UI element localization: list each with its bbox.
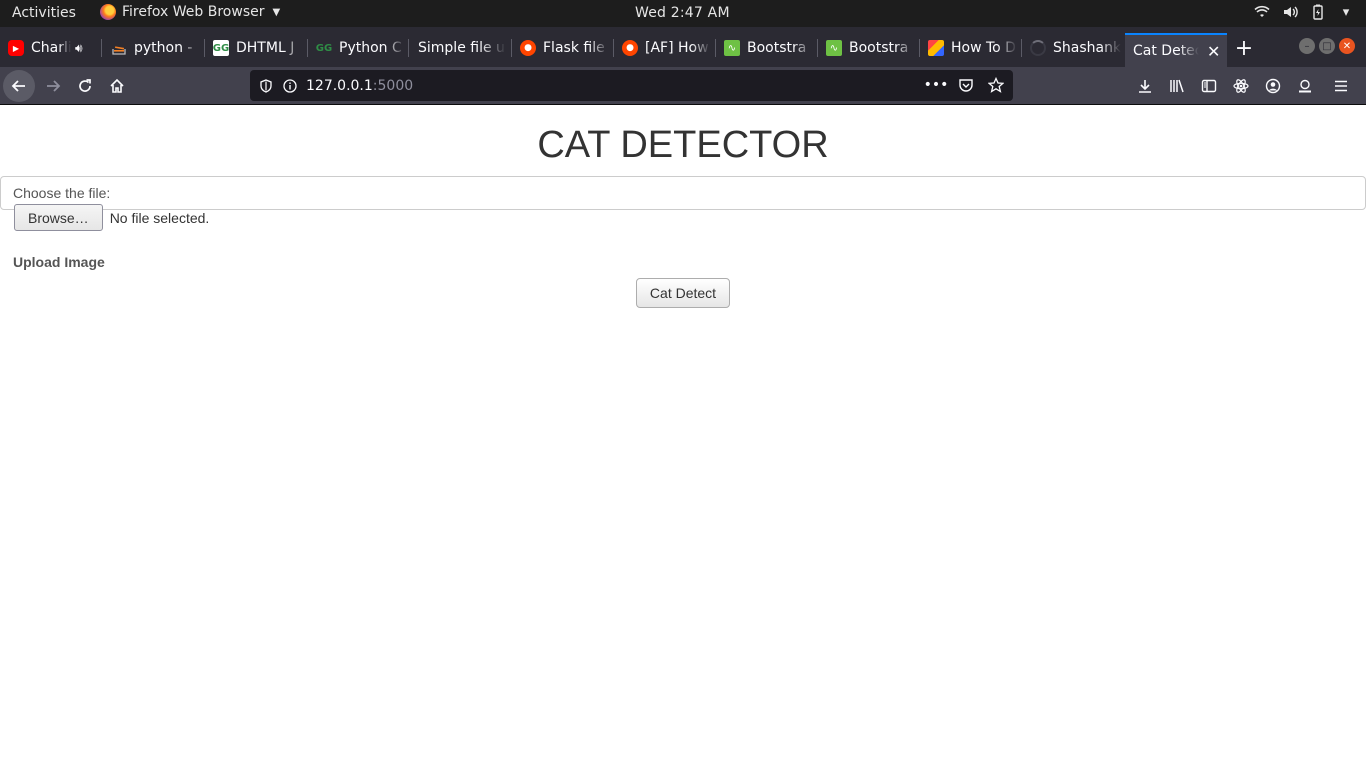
arrow-right-icon (47, 80, 61, 92)
activities-button[interactable]: Activities (12, 5, 76, 21)
wifi-icon (1254, 4, 1270, 20)
tab[interactable]: ∿ Bootstra (716, 33, 818, 63)
tab-title: [AF] How (645, 40, 709, 56)
loading-icon (1030, 40, 1046, 56)
reload-button[interactable] (69, 70, 101, 102)
bootsnipp-icon: ∿ (724, 40, 740, 56)
file-label: Choose the file: (13, 185, 111, 201)
tab[interactable]: python - (103, 33, 205, 63)
speaker-icon[interactable]: 🔊︎ (75, 41, 83, 56)
plus-icon: + (1234, 35, 1254, 61)
app-name: Firefox Web Browser (122, 4, 265, 20)
tab-title: How To D (951, 40, 1016, 56)
account-icon[interactable] (1264, 77, 1282, 95)
info-icon[interactable] (282, 78, 298, 94)
arrow-left-icon (11, 80, 25, 92)
navigation-toolbar: 127.0.0.1:5000 ••• (0, 67, 1366, 105)
url-host: 127.0.0.1 (306, 77, 373, 94)
url-bar[interactable]: 127.0.0.1:5000 ••• (250, 70, 1013, 101)
geeksforgeeks-icon: GG (213, 40, 229, 56)
tab-title: DHTML J (236, 40, 295, 56)
toolbar-icons (1136, 77, 1350, 95)
reload-icon (79, 79, 91, 92)
youtube-icon: ▶ (8, 40, 24, 56)
tab-title: Shashank (1053, 40, 1121, 56)
tab[interactable]: Simple file u (409, 33, 512, 63)
url-text[interactable]: 127.0.0.1:5000 (306, 78, 413, 94)
shield-icon[interactable] (258, 78, 274, 94)
geeksforgeeks-icon: GG (315, 42, 333, 54)
tab[interactable]: How To D (920, 33, 1022, 63)
stackoverflow-icon (111, 40, 127, 56)
close-tab-icon[interactable]: ✕ (1207, 42, 1220, 61)
tab[interactable]: ● Flask file (512, 33, 614, 63)
page-content: CAT DETECTOR Choose the file: Browse… No… (0, 106, 1366, 768)
caret-down-icon: ▾ (1342, 4, 1350, 20)
colorful-icon (928, 40, 944, 56)
forward-button[interactable] (37, 70, 69, 102)
tab[interactable]: ▶ Charlie 🔊︎ (0, 33, 102, 63)
reddit-icon: ● (520, 40, 536, 56)
back-button[interactable] (3, 70, 35, 102)
url-port: :5000 (372, 77, 414, 94)
tab-title: Flask file (543, 40, 605, 56)
extension-icon[interactable] (1296, 77, 1314, 95)
home-button[interactable] (101, 70, 133, 102)
download-icon[interactable] (1136, 77, 1154, 95)
tab[interactable]: Shashank (1022, 33, 1125, 63)
hamburger-menu-icon[interactable] (1332, 77, 1350, 95)
battery-icon (1310, 4, 1326, 20)
file-status: No file selected. (109, 209, 210, 226)
bookmark-star-icon[interactable] (987, 76, 1005, 94)
system-tray[interactable]: ▾ (1254, 4, 1354, 20)
page-actions-icon[interactable]: ••• (924, 76, 949, 94)
tab-title: Python C (339, 40, 402, 56)
tab[interactable]: ∿ Bootstra (818, 33, 920, 63)
sidebar-icon[interactable] (1200, 77, 1218, 95)
page-title: CAT DETECTOR (537, 124, 829, 166)
tab[interactable]: GG DHTML J (205, 33, 308, 63)
tab-title: Bootstra (849, 40, 909, 56)
tab-title: Bootstra (747, 40, 807, 56)
browse-button[interactable]: Browse… (14, 204, 103, 231)
caret-down-icon: ▼ (272, 6, 281, 18)
clock[interactable]: Wed 2:47 AM (635, 5, 730, 21)
library-icon[interactable] (1168, 77, 1186, 95)
tab-title: python - (134, 40, 193, 56)
firefox-icon (100, 4, 116, 20)
upload-image-label: Upload Image (13, 254, 105, 270)
volume-icon (1282, 4, 1298, 20)
minimize-button[interactable]: – (1299, 38, 1315, 54)
tab-title: Cat Detector (1133, 43, 1199, 59)
tab-title: Charlie (31, 40, 71, 56)
window-controls: – □ ✕ (1299, 38, 1355, 54)
active-tab[interactable]: Cat Detector ✕ (1125, 33, 1227, 67)
new-tab-button[interactable]: + (1233, 35, 1255, 61)
system-top-bar: Activities Firefox Web Browser ▼ Wed 2:4… (0, 0, 1366, 27)
tab[interactable]: GG Python C (308, 33, 409, 63)
app-menu[interactable]: Firefox Web Browser ▼ (100, 4, 280, 20)
file-input[interactable]: Browse… No file selected. (14, 204, 209, 231)
maximize-button[interactable]: □ (1319, 38, 1335, 54)
react-devtools-icon[interactable] (1232, 77, 1250, 95)
home-icon (110, 78, 124, 93)
pocket-icon[interactable] (957, 76, 975, 94)
reddit-icon: ● (622, 40, 638, 56)
cat-detect-button[interactable]: Cat Detect (636, 278, 730, 308)
tab[interactable]: ● [AF] How (614, 33, 716, 63)
bootsnipp-icon: ∿ (826, 40, 842, 56)
tab-title: Simple file u (418, 40, 505, 56)
close-window-button[interactable]: ✕ (1339, 38, 1355, 54)
